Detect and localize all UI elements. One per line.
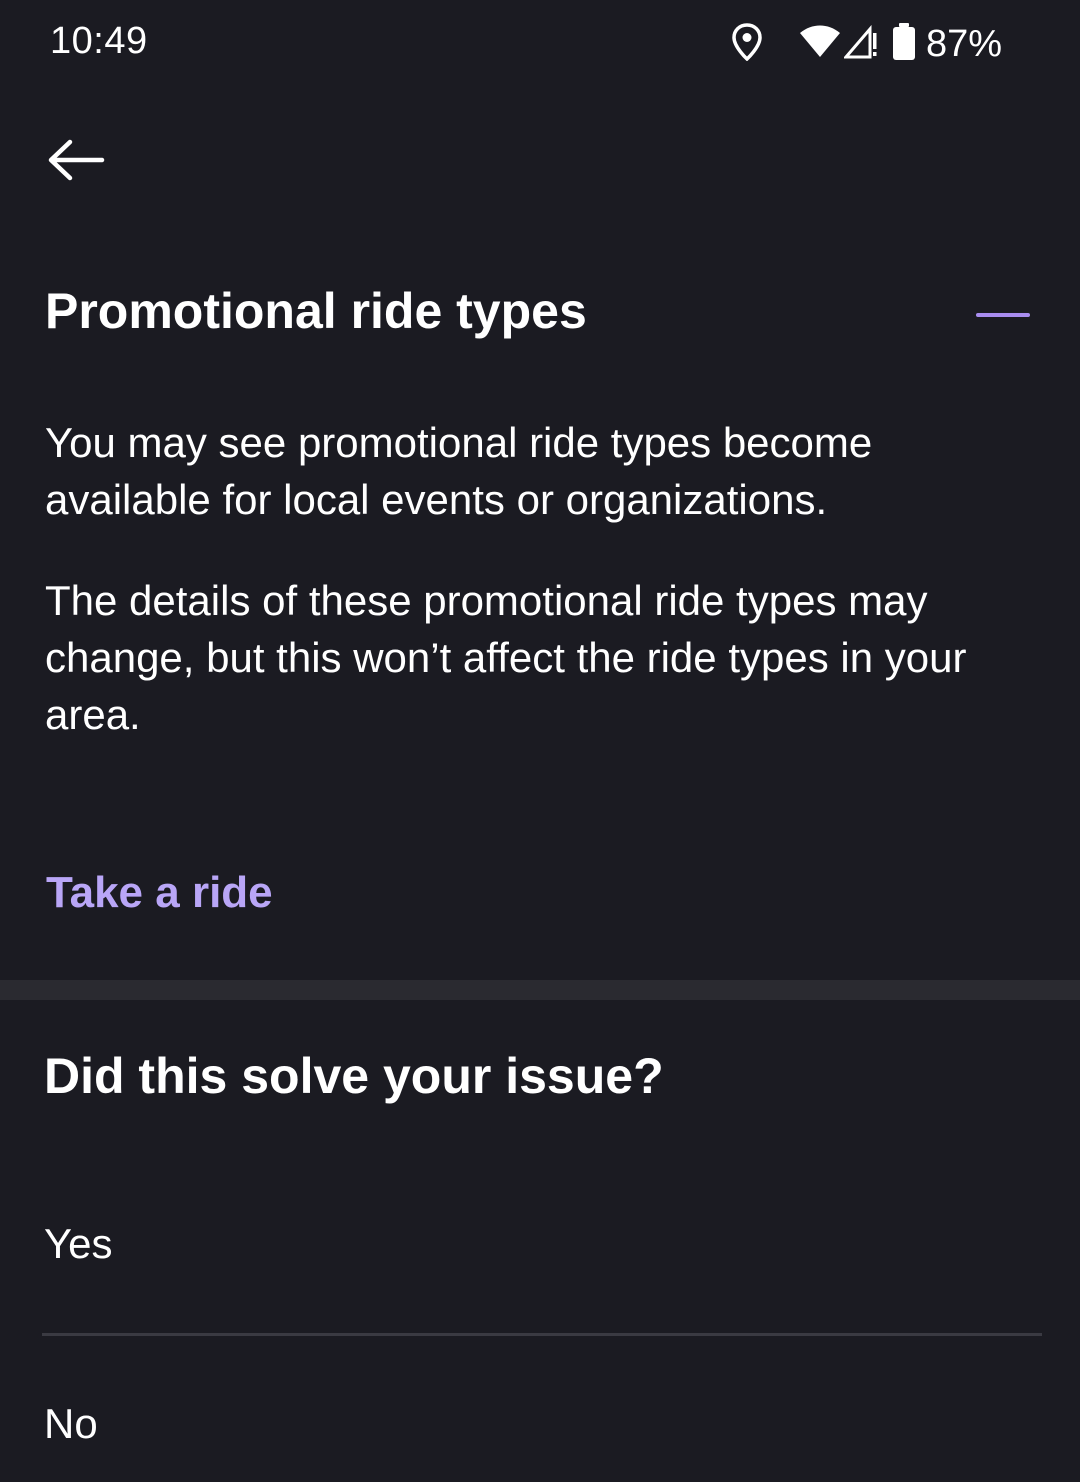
article-paragraph: The details of these promotional ride ty… (45, 577, 967, 738)
battery-percentage: 87% (925, 22, 1002, 65)
feedback-option-label: Yes (44, 1220, 113, 1267)
section-divider (0, 980, 1080, 1000)
status-icons: 87% (714, 22, 1002, 66)
arrow-left-icon (48, 139, 105, 181)
feedback-no-option[interactable]: No (0, 1340, 1080, 1482)
back-button[interactable] (36, 120, 116, 200)
minus-icon (976, 313, 1030, 317)
status-bar: 10:49 87% (0, 0, 1080, 90)
status-time: 10:49 (50, 20, 148, 62)
feedback-yes-option[interactable]: Yes (0, 1170, 1080, 1330)
article-paragraph: You may see promotional ride types becom… (45, 419, 873, 523)
wifi-icon (798, 25, 842, 64)
feedback-question: Did this solve your issue? (44, 1048, 664, 1104)
take-a-ride-link[interactable]: Take a ride (46, 868, 273, 918)
battery-icon (892, 22, 916, 66)
option-divider (42, 1333, 1042, 1336)
collapse-button[interactable] (960, 290, 1044, 340)
section-title: Promotional ride types (45, 283, 587, 339)
signal-icon (842, 24, 878, 64)
location-icon (732, 22, 762, 66)
feedback-option-label: No (44, 1400, 98, 1447)
help-article-screen: 10:49 87% Promotional ride types You may… (0, 0, 1080, 1482)
